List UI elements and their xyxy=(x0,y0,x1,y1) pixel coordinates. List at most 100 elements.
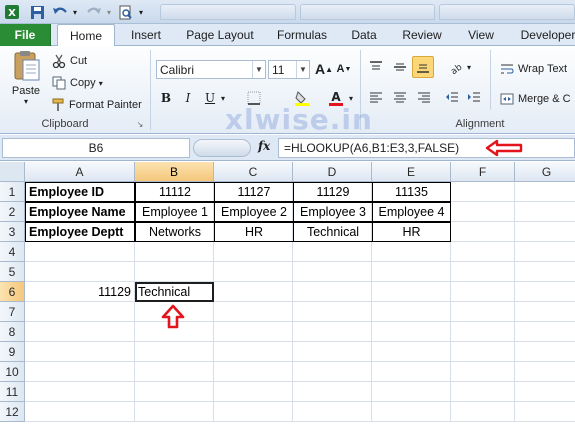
cell-b6[interactable]: Technical xyxy=(135,282,214,302)
row-header-2[interactable]: 2 xyxy=(0,202,25,222)
cell-c3[interactable]: HR xyxy=(214,222,294,242)
grid-cell[interactable] xyxy=(214,262,293,282)
row-header-7[interactable]: 7 xyxy=(0,302,25,322)
grid-cell[interactable] xyxy=(25,382,135,402)
grid-cell[interactable] xyxy=(25,342,135,362)
insert-function-icon[interactable]: fx xyxy=(258,139,270,153)
grid-cell[interactable] xyxy=(293,262,372,282)
customize-toolbar-icon[interactable]: ▾ xyxy=(136,3,146,21)
tab-file[interactable]: File xyxy=(0,24,51,46)
grid-cell[interactable] xyxy=(25,402,135,422)
tab-page-layout[interactable]: Page Layout xyxy=(180,24,260,46)
grid-cell[interactable] xyxy=(25,242,135,262)
grid-cell[interactable] xyxy=(515,342,575,362)
align-top-icon[interactable] xyxy=(366,58,386,76)
grid-cell[interactable] xyxy=(372,342,451,362)
cell-e3[interactable]: HR xyxy=(372,222,451,242)
grid-cell[interactable] xyxy=(135,382,214,402)
grid-cell[interactable] xyxy=(135,262,214,282)
cell-e2[interactable]: Employee 4 xyxy=(372,202,451,222)
redo-dropdown-icon[interactable]: ▾ xyxy=(104,3,114,21)
grid-cell[interactable] xyxy=(451,362,515,382)
formula-bar-splitter[interactable] xyxy=(193,139,251,157)
cell-a3[interactable]: Employee Deptt xyxy=(25,222,135,242)
column-header-d[interactable]: D xyxy=(293,162,372,182)
align-middle-icon[interactable] xyxy=(390,58,410,76)
row-header-12[interactable]: 12 xyxy=(0,402,25,422)
column-header-b[interactable]: B xyxy=(135,162,214,182)
grid-cell[interactable] xyxy=(25,362,135,382)
grid-cell[interactable] xyxy=(451,342,515,362)
decrease-indent-icon[interactable] xyxy=(442,88,462,106)
grid-cell[interactable] xyxy=(515,182,575,202)
grid-cell[interactable] xyxy=(214,242,293,262)
cell-b1[interactable]: 11112 xyxy=(135,182,215,202)
grid-cell[interactable] xyxy=(451,302,515,322)
row-header-4[interactable]: 4 xyxy=(0,242,25,262)
grid-cell[interactable] xyxy=(372,382,451,402)
print-preview-icon[interactable] xyxy=(116,3,134,21)
cell-d3[interactable]: Technical xyxy=(293,222,373,242)
cell-b2[interactable]: Employee 1 xyxy=(135,202,215,222)
grid-cell[interactable] xyxy=(451,202,515,222)
document-tab[interactable] xyxy=(439,4,575,20)
grid-cell[interactable] xyxy=(372,322,451,342)
grid-cell[interactable] xyxy=(135,242,214,262)
grid-cell[interactable] xyxy=(451,402,515,422)
cell-a2[interactable]: Employee Name xyxy=(25,202,135,222)
grid-cell[interactable] xyxy=(451,322,515,342)
tab-view[interactable]: View xyxy=(458,24,504,46)
column-header-e[interactable]: E xyxy=(372,162,451,182)
italic-icon[interactable]: I xyxy=(178,89,198,107)
row-header-11[interactable]: 11 xyxy=(0,382,25,402)
chevron-down-icon[interactable]: ▼ xyxy=(296,61,309,78)
grid-cell[interactable] xyxy=(135,342,214,362)
tab-developer[interactable]: Developer xyxy=(514,24,575,46)
grid-cell[interactable] xyxy=(515,382,575,402)
grid-cell[interactable] xyxy=(135,362,214,382)
grid-cell[interactable] xyxy=(451,182,515,202)
orientation-icon[interactable]: ab xyxy=(446,58,466,76)
undo-dropdown-icon[interactable]: ▾ xyxy=(70,3,80,21)
grid-cell[interactable] xyxy=(293,322,372,342)
grid-cell[interactable] xyxy=(293,242,372,262)
grid-cell[interactable] xyxy=(372,402,451,422)
grid-cell[interactable] xyxy=(293,362,372,382)
grid-cell[interactable] xyxy=(372,282,451,302)
format-painter-button[interactable]: Format Painter xyxy=(50,96,142,114)
grid-cell[interactable] xyxy=(451,382,515,402)
grid-cell[interactable] xyxy=(214,302,293,322)
row-header-5[interactable]: 5 xyxy=(0,262,25,282)
cell-a6[interactable]: 11129 xyxy=(25,282,135,302)
underline-icon[interactable]: U xyxy=(200,89,220,107)
row-header-10[interactable]: 10 xyxy=(0,362,25,382)
document-tab[interactable] xyxy=(160,4,296,20)
column-header-a[interactable]: A xyxy=(25,162,135,182)
shrink-font-icon[interactable]: A ▼ xyxy=(334,60,354,78)
merge-center-button[interactable]: Merge & C xyxy=(498,90,571,108)
cell-a1[interactable]: Employee ID xyxy=(25,182,135,202)
wrap-text-button[interactable]: Wrap Text xyxy=(498,60,567,78)
row-header-9[interactable]: 9 xyxy=(0,342,25,362)
copy-button[interactable]: Copy ▾ xyxy=(50,74,103,92)
grid-cell[interactable] xyxy=(515,262,575,282)
row-header-3[interactable]: 3 xyxy=(0,222,25,242)
name-box[interactable]: B6 xyxy=(2,138,190,158)
align-left-icon[interactable] xyxy=(366,88,386,106)
grid-cell[interactable] xyxy=(451,282,515,302)
grid-cell[interactable] xyxy=(372,262,451,282)
grid-cell[interactable] xyxy=(515,402,575,422)
grid-cell[interactable] xyxy=(214,362,293,382)
align-center-icon[interactable] xyxy=(390,88,410,106)
tab-review[interactable]: Review xyxy=(396,24,448,46)
grid-cell[interactable] xyxy=(293,342,372,362)
grid-cell[interactable] xyxy=(451,242,515,262)
grid-cell[interactable] xyxy=(372,242,451,262)
grow-font-icon[interactable]: A ▲ xyxy=(314,60,334,78)
grid-cell[interactable] xyxy=(25,262,135,282)
grid-cell[interactable] xyxy=(25,322,135,342)
grid-cell[interactable] xyxy=(451,222,515,242)
grid-cell[interactable] xyxy=(515,242,575,262)
font-size-select[interactable]: 11 ▼ xyxy=(268,60,310,79)
fill-color-icon[interactable] xyxy=(292,89,312,107)
